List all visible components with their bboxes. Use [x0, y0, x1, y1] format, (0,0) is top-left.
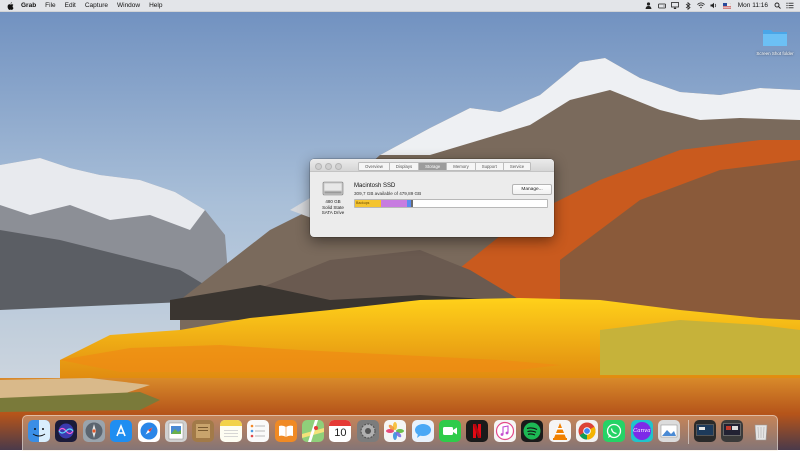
tab-support[interactable]: Support [475, 161, 504, 171]
hard-drive-icon [322, 181, 344, 196]
desktop-folder-label: Screen Shot folder [756, 51, 794, 56]
disk-interface: SATA Drive [321, 210, 345, 215]
siri-icon[interactable] [55, 420, 78, 442]
disk-name: Macintosh SSD [354, 183, 396, 189]
photos-icon[interactable] [384, 420, 407, 442]
window-controls [315, 162, 342, 170]
airplay-icon[interactable] [670, 2, 679, 10]
bluetooth-icon[interactable] [684, 1, 692, 10]
messages-icon[interactable] [411, 420, 434, 442]
tab-overview[interactable]: Overview [358, 161, 390, 171]
preview-icon[interactable] [165, 420, 187, 442]
app-store-icon[interactable] [110, 420, 133, 442]
image-capture-icon[interactable] [658, 420, 681, 442]
minimize-button[interactable] [325, 162, 332, 170]
chrome-icon[interactable] [576, 420, 598, 442]
notes-icon[interactable] [219, 420, 242, 442]
zoom-button[interactable] [335, 162, 342, 170]
whatsapp-icon[interactable] [603, 420, 626, 442]
finder-icon[interactable] [28, 420, 50, 442]
tab-bar: Overview Displays Storage Memory Support… [358, 161, 532, 171]
storage-usage-bar: Backups [354, 199, 548, 208]
usage-segment-label: Backups [356, 201, 370, 205]
flag-icon[interactable] [722, 2, 731, 10]
usage-segment: Backups [355, 200, 381, 207]
tab-memory[interactable]: Memory [447, 161, 476, 171]
tab-storage[interactable]: Storage [419, 161, 448, 171]
volume-icon[interactable] [710, 2, 718, 10]
canva-icon[interactable]: Canva [630, 420, 653, 442]
facetime-icon[interactable] [439, 420, 461, 442]
maps-icon[interactable] [302, 420, 324, 442]
menu-item-capture[interactable]: Capture [85, 0, 108, 11]
calendar-icon[interactable]: 10 [329, 420, 352, 442]
tab-displays[interactable]: Displays [389, 161, 420, 171]
netflix-icon[interactable] [466, 420, 489, 442]
spotify-icon[interactable] [521, 420, 544, 442]
menu-bar: Grab File Edit Capture Window Help Mon 1… [0, 0, 800, 12]
notefile-icon[interactable] [192, 420, 215, 442]
menu-app-name[interactable]: Grab [21, 0, 36, 11]
downloads-stack-icon[interactable] [721, 420, 743, 442]
usage-segment [380, 200, 408, 207]
user-icon[interactable] [645, 2, 653, 10]
disk-available: 309,7 GB available of 479,89 GB [354, 191, 422, 196]
reminders-icon[interactable] [247, 420, 270, 442]
notification-center-icon[interactable] [786, 2, 794, 10]
launchpad-icon[interactable] [82, 420, 105, 442]
trash-icon[interactable] [750, 420, 772, 442]
drive-icon[interactable] [657, 2, 666, 10]
screenshots-stack-icon[interactable] [694, 420, 716, 442]
usage-segment [410, 200, 414, 207]
window-titlebar[interactable]: Overview Displays Storage Memory Support… [310, 159, 554, 172]
menu-item-edit[interactable]: Edit [65, 0, 76, 11]
vlc-icon[interactable] [548, 420, 571, 442]
status-menus: Mon 11:16 [645, 0, 794, 11]
disk-info: 480 GB Solid State SATA Drive [318, 181, 348, 216]
calendar-date: 10 [334, 427, 347, 439]
apple-menu-icon[interactable] [7, 1, 14, 10]
ibooks-icon[interactable] [274, 420, 297, 442]
wifi-icon[interactable] [696, 2, 705, 10]
tab-service[interactable]: Service [503, 161, 532, 171]
menu-item-window[interactable]: Window [117, 0, 140, 11]
safari-icon[interactable] [137, 420, 160, 442]
manage-button[interactable]: Manage... [512, 184, 552, 195]
dock-separator [688, 420, 689, 444]
canva-wordmark: Canva [633, 428, 651, 434]
system-preferences-icon[interactable] [356, 420, 379, 442]
about-this-mac-window: Overview Displays Storage Memory Support… [310, 159, 554, 237]
menu-item-file[interactable]: File [45, 0, 55, 11]
search-icon[interactable] [773, 2, 781, 10]
menu-clock[interactable]: Mon 11:16 [738, 2, 768, 9]
itunes-icon[interactable] [493, 420, 516, 442]
folder-icon [762, 27, 788, 47]
menu-item-help[interactable]: Help [149, 0, 162, 11]
desktop-folder[interactable]: Screen Shot folder [752, 27, 798, 57]
close-button[interactable] [315, 162, 322, 170]
disk-caption: 480 GB Solid State SATA Drive [318, 199, 348, 216]
